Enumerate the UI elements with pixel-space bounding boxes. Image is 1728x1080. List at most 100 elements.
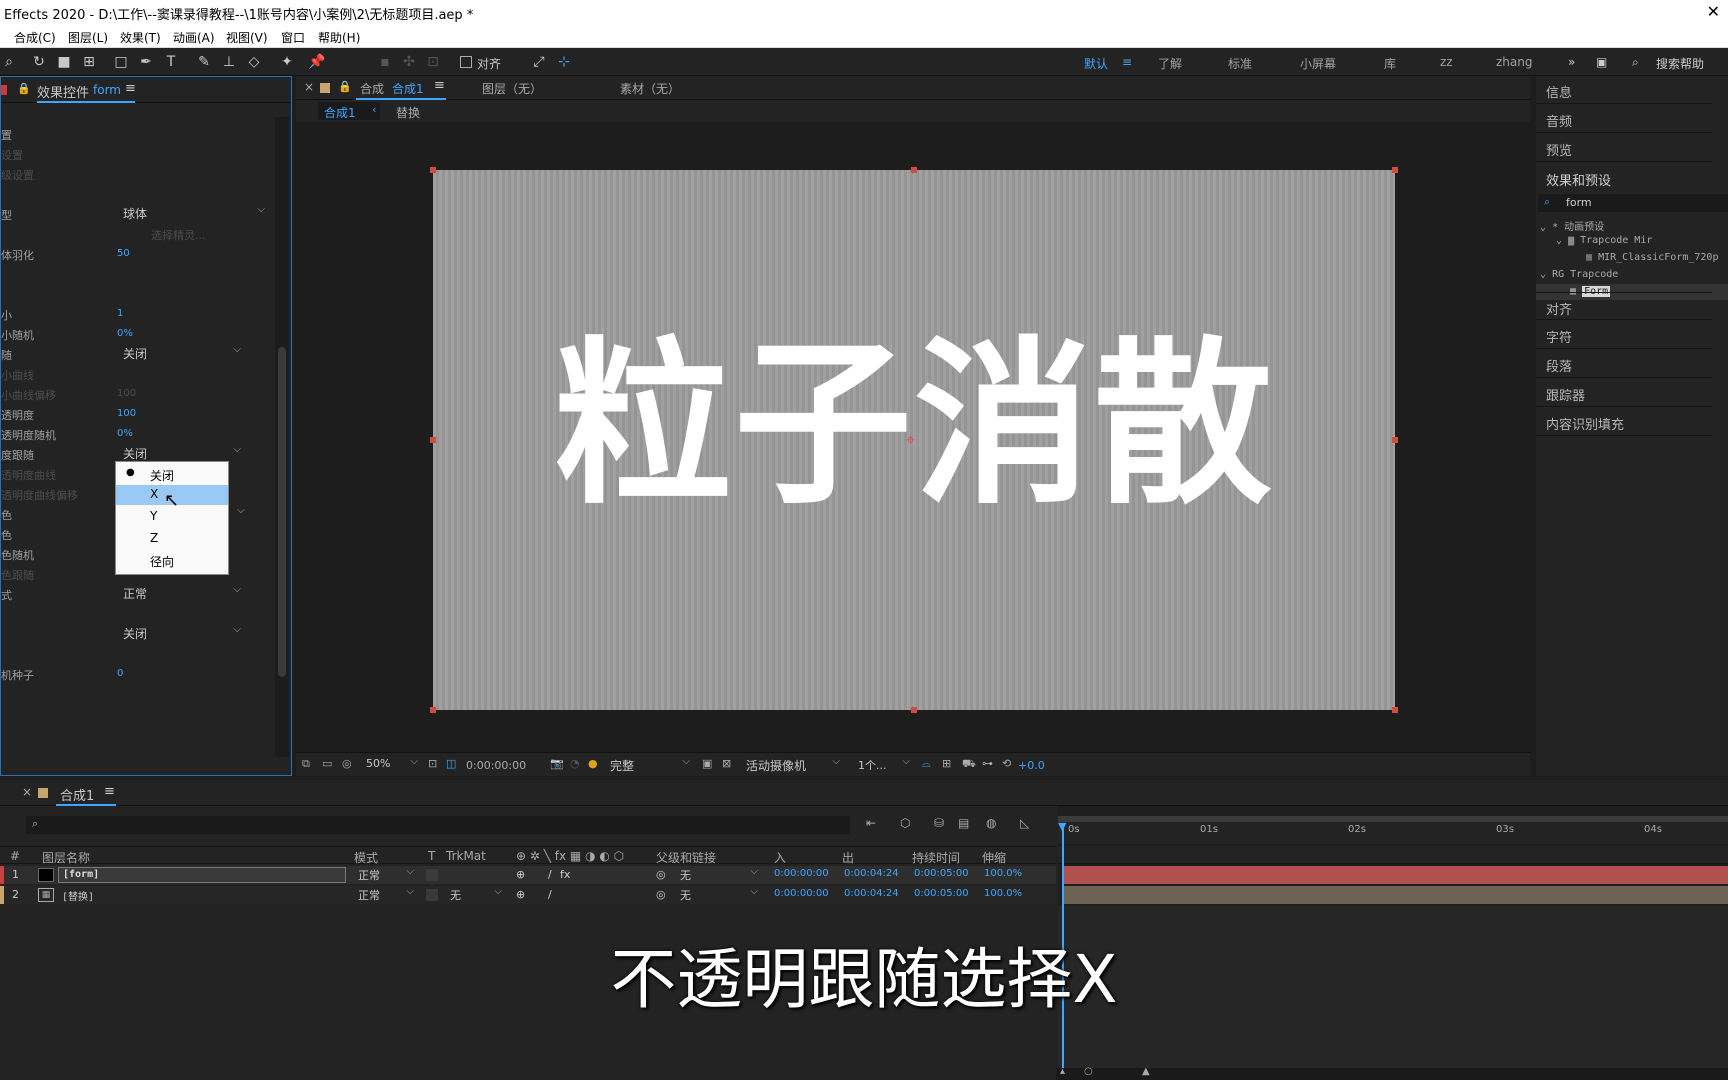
trkmat-dropdown[interactable]: 无 ⌵ bbox=[444, 886, 506, 903]
draft-3d-icon[interactable]: ⬡ bbox=[900, 816, 910, 830]
layer-duration[interactable]: 0:00:05:00 bbox=[914, 888, 969, 899]
flowchart-icon[interactable]: ⊶ bbox=[982, 757, 993, 770]
workspace-menu-icon[interactable]: ≡ bbox=[1122, 55, 1132, 69]
playhead-icon[interactable]: ▼ bbox=[1058, 820, 1066, 833]
workspace-small-screen[interactable]: 小屏幕 bbox=[1300, 55, 1336, 72]
popup-option-radial[interactable]: 径向 bbox=[116, 551, 228, 571]
shy-switch-icon[interactable]: ⊕ bbox=[516, 888, 525, 901]
pan-behind-tool-icon[interactable]: ⊞ bbox=[80, 53, 98, 71]
prop-value[interactable]: 1 bbox=[117, 308, 123, 319]
transform-handle[interactable] bbox=[911, 707, 917, 713]
prop-value[interactable]: 0% bbox=[117, 428, 133, 439]
opacity-over-dropdown[interactable]: 关闭 ⌵ bbox=[117, 444, 245, 461]
layer-viewer-tab[interactable]: 图层（无） bbox=[482, 80, 542, 97]
quality-switch-icon[interactable]: / bbox=[548, 888, 552, 901]
close-tab-icon[interactable]: × bbox=[304, 80, 314, 94]
shy-layers-icon[interactable]: ⛁ bbox=[934, 816, 944, 830]
composition-flowchart-icon[interactable]: ⇤ bbox=[866, 816, 876, 830]
menu-composition[interactable]: 合成(C) bbox=[14, 29, 56, 46]
scrollbar-thumb[interactable] bbox=[278, 347, 286, 677]
panel-menu-icon[interactable]: ≡ bbox=[125, 81, 136, 96]
search-help-input[interactable]: 搜索帮助 bbox=[1656, 55, 1704, 72]
transform-handle[interactable] bbox=[430, 167, 436, 173]
sphere-type-dropdown[interactable]: 球体 ⌵ bbox=[117, 204, 269, 221]
resolution-dropdown[interactable]: 完整 ⌵ bbox=[604, 756, 694, 773]
panel-audio[interactable]: 音频 bbox=[1536, 105, 1712, 133]
effect-controls-tab[interactable]: 效果控件 bbox=[37, 82, 89, 101]
pickwhip-icon[interactable]: ◎ bbox=[656, 868, 666, 881]
blend-mode-dropdown[interactable]: 正常 ⌵ bbox=[117, 584, 245, 601]
color-channel-icon[interactable]: ● bbox=[588, 757, 598, 770]
rotate-tool-icon[interactable]: ↻ bbox=[30, 53, 48, 71]
lock-icon[interactable]: 🔒 bbox=[17, 82, 31, 95]
tree-item-trapcode-mir[interactable]: ⌄ ▆ Trapcode Mir bbox=[1556, 235, 1652, 246]
transform-handle[interactable] bbox=[911, 167, 917, 173]
menu-view[interactable]: 视图(V) bbox=[226, 29, 268, 46]
more-workspaces-icon[interactable]: » bbox=[1568, 55, 1575, 69]
prop-value[interactable]: 50 bbox=[117, 248, 130, 259]
timeline-tab[interactable]: 合成1 bbox=[60, 785, 94, 804]
workspace-library[interactable]: 库 bbox=[1384, 55, 1396, 72]
snap-features-icon[interactable]: ⊹ bbox=[555, 53, 573, 71]
breadcrumb-replace[interactable]: 替换 bbox=[396, 104, 420, 121]
layer-name[interactable]: [替换] bbox=[62, 888, 94, 903]
always-preview-icon[interactable]: ⧉ bbox=[302, 757, 310, 771]
panel-info[interactable]: 信息 bbox=[1536, 76, 1712, 104]
panel-character[interactable]: 字符 bbox=[1536, 321, 1712, 349]
layer-mode-dropdown[interactable]: 正常 ⌵ bbox=[352, 866, 418, 883]
snapshot-icon[interactable]: 📷 bbox=[550, 757, 564, 770]
close-icon[interactable]: ✕ bbox=[1707, 2, 1720, 21]
menu-effect[interactable]: 效果(T) bbox=[120, 29, 161, 46]
clone-stamp-tool-icon[interactable]: ⊥ bbox=[220, 53, 238, 71]
layer-duration[interactable]: 0:00:05:00 bbox=[914, 868, 969, 879]
comp-flowchart-icon[interactable]: ⛟ bbox=[962, 757, 976, 772]
choose-sprite-button[interactable]: 选择精灵... bbox=[151, 227, 206, 243]
region-icon[interactable]: ◫ bbox=[446, 757, 456, 770]
layer-in[interactable]: 0:00:00:00 bbox=[774, 888, 829, 899]
mask-icon[interactable]: ◎ bbox=[342, 757, 352, 770]
transparency-grid-icon[interactable]: ⊠ bbox=[722, 757, 731, 770]
fit-icon[interactable]: ⊡ bbox=[428, 757, 437, 770]
transform-handle[interactable] bbox=[430, 437, 436, 443]
preserve-transparency-toggle[interactable] bbox=[426, 869, 438, 881]
quality-switch-icon[interactable]: / bbox=[548, 868, 552, 881]
workspace-default[interactable]: 默认 bbox=[1084, 55, 1108, 72]
effects-search-input[interactable]: ⌕ form bbox=[1538, 194, 1728, 212]
table-row[interactable]: 1 [form] 正常 ⌵ ⊕ / fx ◎ 无 ⌵ 0:00:00:00 0:00… bbox=[0, 866, 1056, 884]
parent-dropdown[interactable]: 无 ⌵ bbox=[674, 866, 762, 883]
zoom-in-icon[interactable]: ▲ bbox=[1142, 1066, 1150, 1077]
breadcrumb-comp[interactable]: 合成1 bbox=[324, 104, 356, 121]
tree-item-mir-preset[interactable]: ▦ MIR_ClassicForm_720p bbox=[1586, 252, 1718, 263]
menu-window[interactable]: 窗口 bbox=[281, 29, 305, 46]
comp-tab[interactable]: 合成1 bbox=[392, 80, 424, 97]
layer-stretch[interactable]: 100.0% bbox=[984, 868, 1022, 879]
zoom-tool-icon[interactable]: ⌕ bbox=[0, 53, 18, 71]
rectangle-tool-icon[interactable]: □ bbox=[112, 53, 130, 71]
transform-handle[interactable] bbox=[1392, 707, 1398, 713]
pen-tool-icon[interactable]: ✒ bbox=[137, 53, 155, 71]
search-help-icon[interactable]: ⌕ bbox=[1632, 55, 1639, 70]
lock-icon[interactable]: 🔒 bbox=[338, 80, 352, 93]
tree-item-animation-presets[interactable]: ⌄ * 动画预设 bbox=[1540, 218, 1604, 233]
popup-option-off[interactable]: ● 关闭 bbox=[116, 465, 228, 485]
roto-brush-tool-icon[interactable]: ✦ bbox=[278, 53, 296, 71]
layer-out[interactable]: 0:00:04:24 bbox=[844, 868, 899, 879]
col-layer-name[interactable]: 图层名称 bbox=[42, 849, 90, 866]
preserve-transparency-toggle[interactable] bbox=[426, 889, 438, 901]
zoom-slider-handle[interactable]: ○ bbox=[1084, 1066, 1093, 1077]
views-dropdown[interactable]: 1个... ⌵ bbox=[852, 756, 914, 773]
timeline-icon[interactable]: ⊞ bbox=[942, 757, 951, 770]
snap-icon[interactable]: ⤢ bbox=[530, 53, 548, 71]
layer-out[interactable]: 0:00:04:24 bbox=[844, 888, 899, 899]
region-of-interest-icon[interactable]: ▣ bbox=[702, 757, 712, 770]
shy-switch-icon[interactable]: ⊕ bbox=[516, 868, 525, 881]
view-axis-icon[interactable]: ⊡ bbox=[424, 53, 442, 71]
timeline-search-input[interactable]: ⌕ bbox=[26, 816, 850, 834]
fx-switch-icon[interactable]: fx bbox=[560, 868, 570, 881]
menu-layer[interactable]: 图层(L) bbox=[68, 29, 108, 46]
close-tab-icon[interactable]: × bbox=[22, 785, 32, 799]
panel-menu-icon[interactable]: ≡ bbox=[434, 78, 445, 93]
world-axis-icon[interactable]: ✣ bbox=[400, 53, 418, 71]
graph-editor-icon[interactable]: ◺ bbox=[1020, 816, 1029, 830]
camera-tool-icon[interactable]: ■ bbox=[55, 53, 73, 71]
